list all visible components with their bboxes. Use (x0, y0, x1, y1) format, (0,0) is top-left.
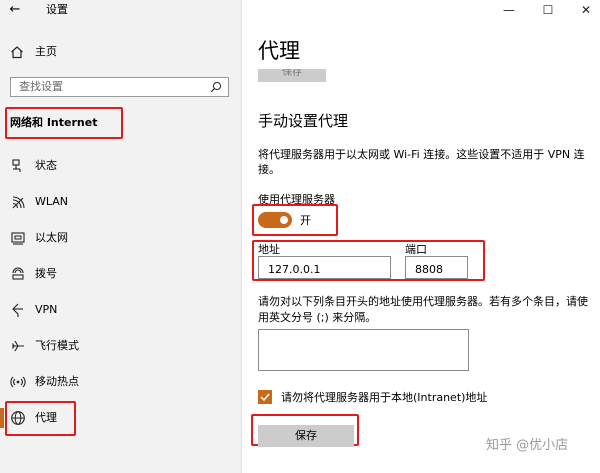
home-icon (11, 46, 23, 59)
exceptions-textarea[interactable] (258, 329, 469, 371)
exceptions-hint-line-1: 请勿对以下列条目开头的地址使用代理服务器。若有多个条目，请使 (258, 295, 588, 308)
port-label: 端口 (405, 243, 427, 256)
wifi-icon (12, 196, 25, 209)
sidebar-item-dialup[interactable]: 拨号 (0, 256, 241, 292)
top-save-button[interactable]: 保存 (258, 69, 326, 82)
sidebar-item-label: 以太网 (35, 231, 68, 244)
save-label: 保存 (295, 429, 317, 442)
home-item[interactable]: 主页 (0, 40, 241, 64)
back-button[interactable]: ← (6, 2, 24, 18)
home-label: 主页 (35, 45, 57, 58)
sidebar-item-airplane-mode[interactable]: 飞行模式 (0, 328, 241, 364)
toggle-state-label: 开 (300, 214, 311, 227)
sidebar-section-title: 网络和 Internet (10, 116, 98, 129)
maximize-button[interactable]: ☐ (540, 2, 556, 18)
back-arrow-icon: ← (9, 2, 21, 17)
address-input[interactable]: 127.0.0.1 (258, 256, 391, 279)
proxy-highlight-box (5, 401, 76, 436)
sidebar-item-status[interactable]: 状态 (0, 148, 241, 184)
status-icon (12, 159, 21, 172)
maximize-icon: ☐ (542, 3, 554, 17)
search-placeholder: 查找设置 (19, 80, 63, 93)
address-label: 地址 (258, 243, 280, 256)
sidebar-item-label: 移动热点 (35, 375, 79, 388)
sidebar-item-label: 状态 (35, 159, 57, 172)
section-title: 手动设置代理 (258, 112, 349, 130)
toggle-knob (280, 216, 288, 224)
sidebar-item-label: WLAN (35, 195, 69, 208)
sidebar-item-label: 飞行模式 (35, 339, 79, 352)
checkmark-icon (260, 393, 270, 402)
top-save-label: 保存 (282, 69, 302, 78)
hotspot-icon (10, 376, 26, 388)
window-title: 设置 (46, 3, 68, 16)
vpn-icon (12, 303, 23, 317)
minimize-icon: — (503, 3, 515, 17)
address-value: 127.0.0.1 (268, 263, 321, 276)
minimize-button[interactable]: — (501, 2, 517, 18)
port-input[interactable]: 8808 (405, 256, 468, 279)
page-title: 代理 (258, 39, 300, 63)
close-icon: ✕ (580, 3, 592, 17)
ethernet-icon (11, 232, 25, 245)
sidebar-item-label: 拨号 (35, 267, 57, 280)
sidebar-item-wlan[interactable]: WLAN (0, 184, 241, 220)
sidebar: ← 设置 主页 查找设置 网络和 Internet 状态 WLAN 以太网 拨号… (0, 0, 241, 473)
sidebar-item-ethernet[interactable]: 以太网 (0, 220, 241, 256)
exceptions-hint-line-2: 用英文分号 (;) 来分隔。 (258, 311, 377, 324)
bypass-local-label: 请勿将代理服务器用于本地(Intranet)地址 (281, 391, 488, 404)
port-value: 8808 (415, 263, 443, 276)
selected-indicator (0, 408, 4, 428)
close-button[interactable]: ✕ (578, 2, 594, 18)
watermark: 知乎 @优小店 (486, 438, 569, 453)
airplane-icon (12, 340, 24, 352)
dialup-icon (12, 267, 24, 280)
sidebar-item-mobile-hotspot[interactable]: 移动热点 (0, 364, 241, 400)
save-button[interactable]: 保存 (258, 425, 354, 447)
description-line-1: 将代理服务器用于以太网或 Wi-Fi 连接。这些设置不适用于 VPN 连 (258, 148, 585, 161)
sidebar-item-vpn[interactable]: VPN (0, 292, 241, 328)
sidebar-item-label: VPN (35, 303, 58, 316)
search-icon[interactable] (210, 81, 222, 93)
description-line-2: 接。 (258, 163, 280, 176)
pane-divider (241, 0, 242, 473)
search-box[interactable]: 查找设置 (10, 77, 229, 97)
proxy-toggle[interactable] (258, 212, 292, 228)
bypass-local-checkbox[interactable] (258, 390, 272, 404)
